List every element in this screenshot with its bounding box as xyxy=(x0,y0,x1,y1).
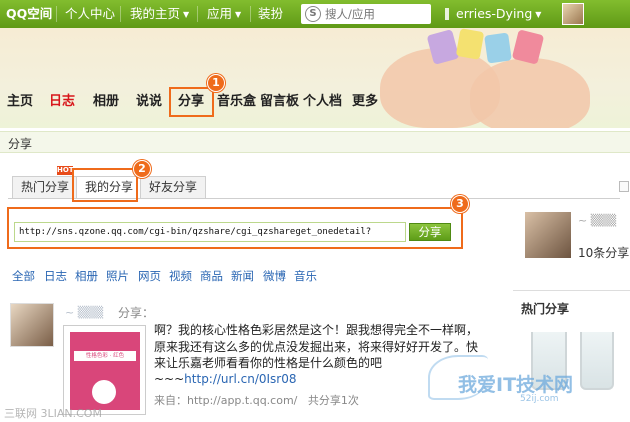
decorate-link[interactable]: 装扮 xyxy=(258,0,283,28)
divider xyxy=(197,6,198,22)
filter-news[interactable]: 新闻 xyxy=(231,268,254,284)
nav-guestbook[interactable]: 留言板 xyxy=(260,88,299,116)
feed-action-label: 分享： xyxy=(118,306,155,320)
feed-username-blurred[interactable]: ~ ▒▒▒ xyxy=(65,306,103,319)
divider xyxy=(56,6,57,22)
link-prefix: ~~~ xyxy=(154,372,185,386)
hot-share-title: 热门分享 xyxy=(521,302,570,316)
annotation-marker: 3 xyxy=(451,195,469,213)
tab-friend-share[interactable]: 好友分享 xyxy=(140,176,207,199)
sidebar-avatar[interactable] xyxy=(525,212,571,258)
apps-label: 应用 xyxy=(207,6,233,21)
thumbnail-caption: 性格色彩 · 红色 xyxy=(74,351,136,361)
post-link[interactable]: http://url.cn/0Isr08 xyxy=(184,372,296,386)
annotation-box-share-nav xyxy=(169,87,214,117)
section-title: 分享 xyxy=(8,137,33,151)
search-box[interactable]: S xyxy=(301,4,431,24)
thumbnail-logo xyxy=(92,380,116,404)
filter-webpage[interactable]: 网页 xyxy=(138,268,161,284)
nav-album[interactable]: 相册 xyxy=(93,88,119,116)
sidebar-username-blurred: ~ ▒▒▒ xyxy=(578,214,617,227)
post-link-line: ~~~http://url.cn/0Isr08 xyxy=(154,372,297,386)
hot-share-thumbnail[interactable] xyxy=(580,332,614,390)
share-button[interactable]: 分享 xyxy=(409,223,451,241)
status-icon xyxy=(445,8,449,20)
search-input[interactable] xyxy=(325,6,425,22)
divider xyxy=(250,6,251,22)
nav-shuoshuo[interactable]: 说说 xyxy=(136,88,162,116)
my-homepage-label: 我的主页 xyxy=(130,6,181,21)
chevron-down-icon: ▼ xyxy=(535,9,542,19)
watermark-left: 三联网 3LIAN.COM xyxy=(4,407,102,420)
tab-hot-share[interactable]: 热门分享 xyxy=(12,176,79,199)
watermark-right: 我爱IT技术网 xyxy=(458,374,574,396)
post-source[interactable]: 来自：http://app.t.qq.com/ xyxy=(154,394,297,407)
username-label: erries-Dying xyxy=(456,6,533,21)
personal-center-link[interactable]: 个人中心 xyxy=(65,0,115,28)
nav-profile[interactable]: 个人档 xyxy=(303,88,342,116)
filter-product[interactable]: 商品 xyxy=(200,268,223,284)
collapse-icon[interactable] xyxy=(619,181,629,192)
user-avatar[interactable] xyxy=(562,3,584,25)
chevron-down-icon: ▼ xyxy=(183,9,190,19)
feed-avatar[interactable] xyxy=(10,303,54,347)
apps-menu[interactable]: 应用 ▼ xyxy=(207,0,241,28)
username-menu[interactable]: erries-Dying ▼ xyxy=(456,0,541,28)
section-header: 分享 xyxy=(0,131,630,153)
filter-all[interactable]: 全部 xyxy=(12,268,35,284)
share-count[interactable]: 10条分享 xyxy=(578,244,629,261)
banner-block-decoration xyxy=(455,28,485,60)
nav-music[interactable]: 音乐盒 xyxy=(217,88,256,116)
top-navigation-bar: QQ空间 个人中心 我的主页▼ 应用▼ 装扮 S erries-Dying▼ xyxy=(0,0,630,28)
filter-music[interactable]: 音乐 xyxy=(294,268,317,284)
share-url-input[interactable]: http://sns.qzone.qq.com/cgi-bin/qzshare/… xyxy=(14,222,406,242)
filter-photo[interactable]: 照片 xyxy=(106,268,129,284)
filter-weibo[interactable]: 微博 xyxy=(263,268,286,284)
qzone-logo[interactable]: QQ空间 xyxy=(6,0,52,28)
annotation-marker: 1 xyxy=(207,74,225,92)
watermark-right-sub: 52ij.com xyxy=(520,394,559,404)
filter-video[interactable]: 视频 xyxy=(169,268,192,284)
my-homepage-menu[interactable]: 我的主页 ▼ xyxy=(130,0,189,28)
filter-blog[interactable]: 日志 xyxy=(44,268,67,284)
divider xyxy=(513,290,630,291)
post-meta: 来自：http://app.t.qq.com/ 共分享1次 xyxy=(154,392,359,408)
annotation-box-my-share-tab xyxy=(72,168,138,202)
nav-blog[interactable]: 日志 xyxy=(49,88,75,116)
divider xyxy=(120,6,121,22)
nav-home[interactable]: 主页 xyxy=(7,88,33,116)
share-total[interactable]: 共分享1次 xyxy=(308,394,359,407)
nav-more[interactable]: 更多 xyxy=(352,88,378,116)
chevron-down-icon: ▼ xyxy=(235,9,242,19)
banner-hand-decoration xyxy=(470,58,590,128)
banner-block-decoration xyxy=(484,32,512,64)
hot-badge: HOT xyxy=(57,166,74,175)
search-icon[interactable]: S xyxy=(305,6,321,22)
filter-album[interactable]: 相册 xyxy=(75,268,98,284)
annotation-marker: 2 xyxy=(133,160,151,178)
